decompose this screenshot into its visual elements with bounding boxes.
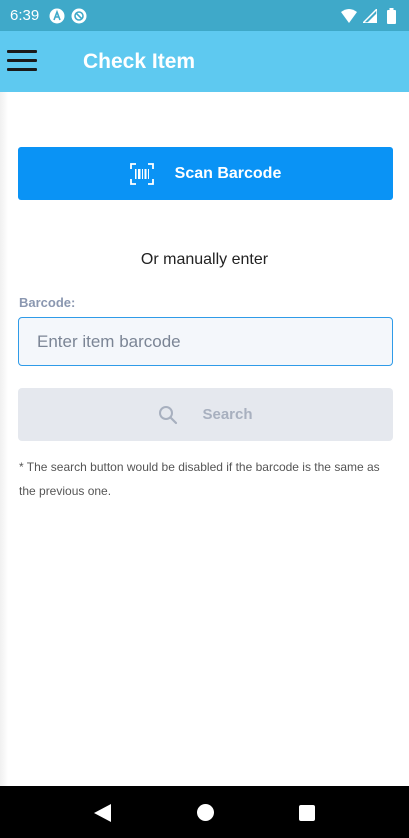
barcode-scan-icon [129,162,154,185]
edge-shadow [0,92,8,786]
disabled-search-note: * The search button would be disabled if… [19,460,380,498]
manual-entry-text: Or manually enter [140,251,269,268]
barcode-label: Barcode: [19,295,76,310]
page-title: Check Item [83,50,196,73]
main-content: Scan Barcode Or manually enter Barcode: … [0,92,409,786]
back-icon[interactable] [94,804,111,822]
scan-barcode-button[interactable]: Scan Barcode [18,147,393,200]
search-button[interactable]: Search [18,388,393,441]
app-bar: Check Item [0,31,409,92]
search-icon [158,405,178,425]
status-bar: 6:39 [0,0,409,31]
wifi-icon [341,8,357,24]
system-nav-bar [0,786,409,838]
battery-icon [383,7,399,24]
hamburger-menu-icon[interactable] [7,50,37,72]
barcode-input[interactable] [18,317,393,366]
scan-barcode-label: Scan Barcode [174,164,282,182]
search-label: Search [202,406,253,423]
a-circle-icon [49,8,65,24]
signal-icon [362,8,378,24]
status-time: 6:39 [10,7,40,24]
home-icon[interactable] [197,804,214,821]
recents-icon[interactable] [299,805,315,821]
no-entry-circle-icon [71,8,87,24]
status-right-icons [341,7,399,24]
status-left-icons [49,8,87,24]
